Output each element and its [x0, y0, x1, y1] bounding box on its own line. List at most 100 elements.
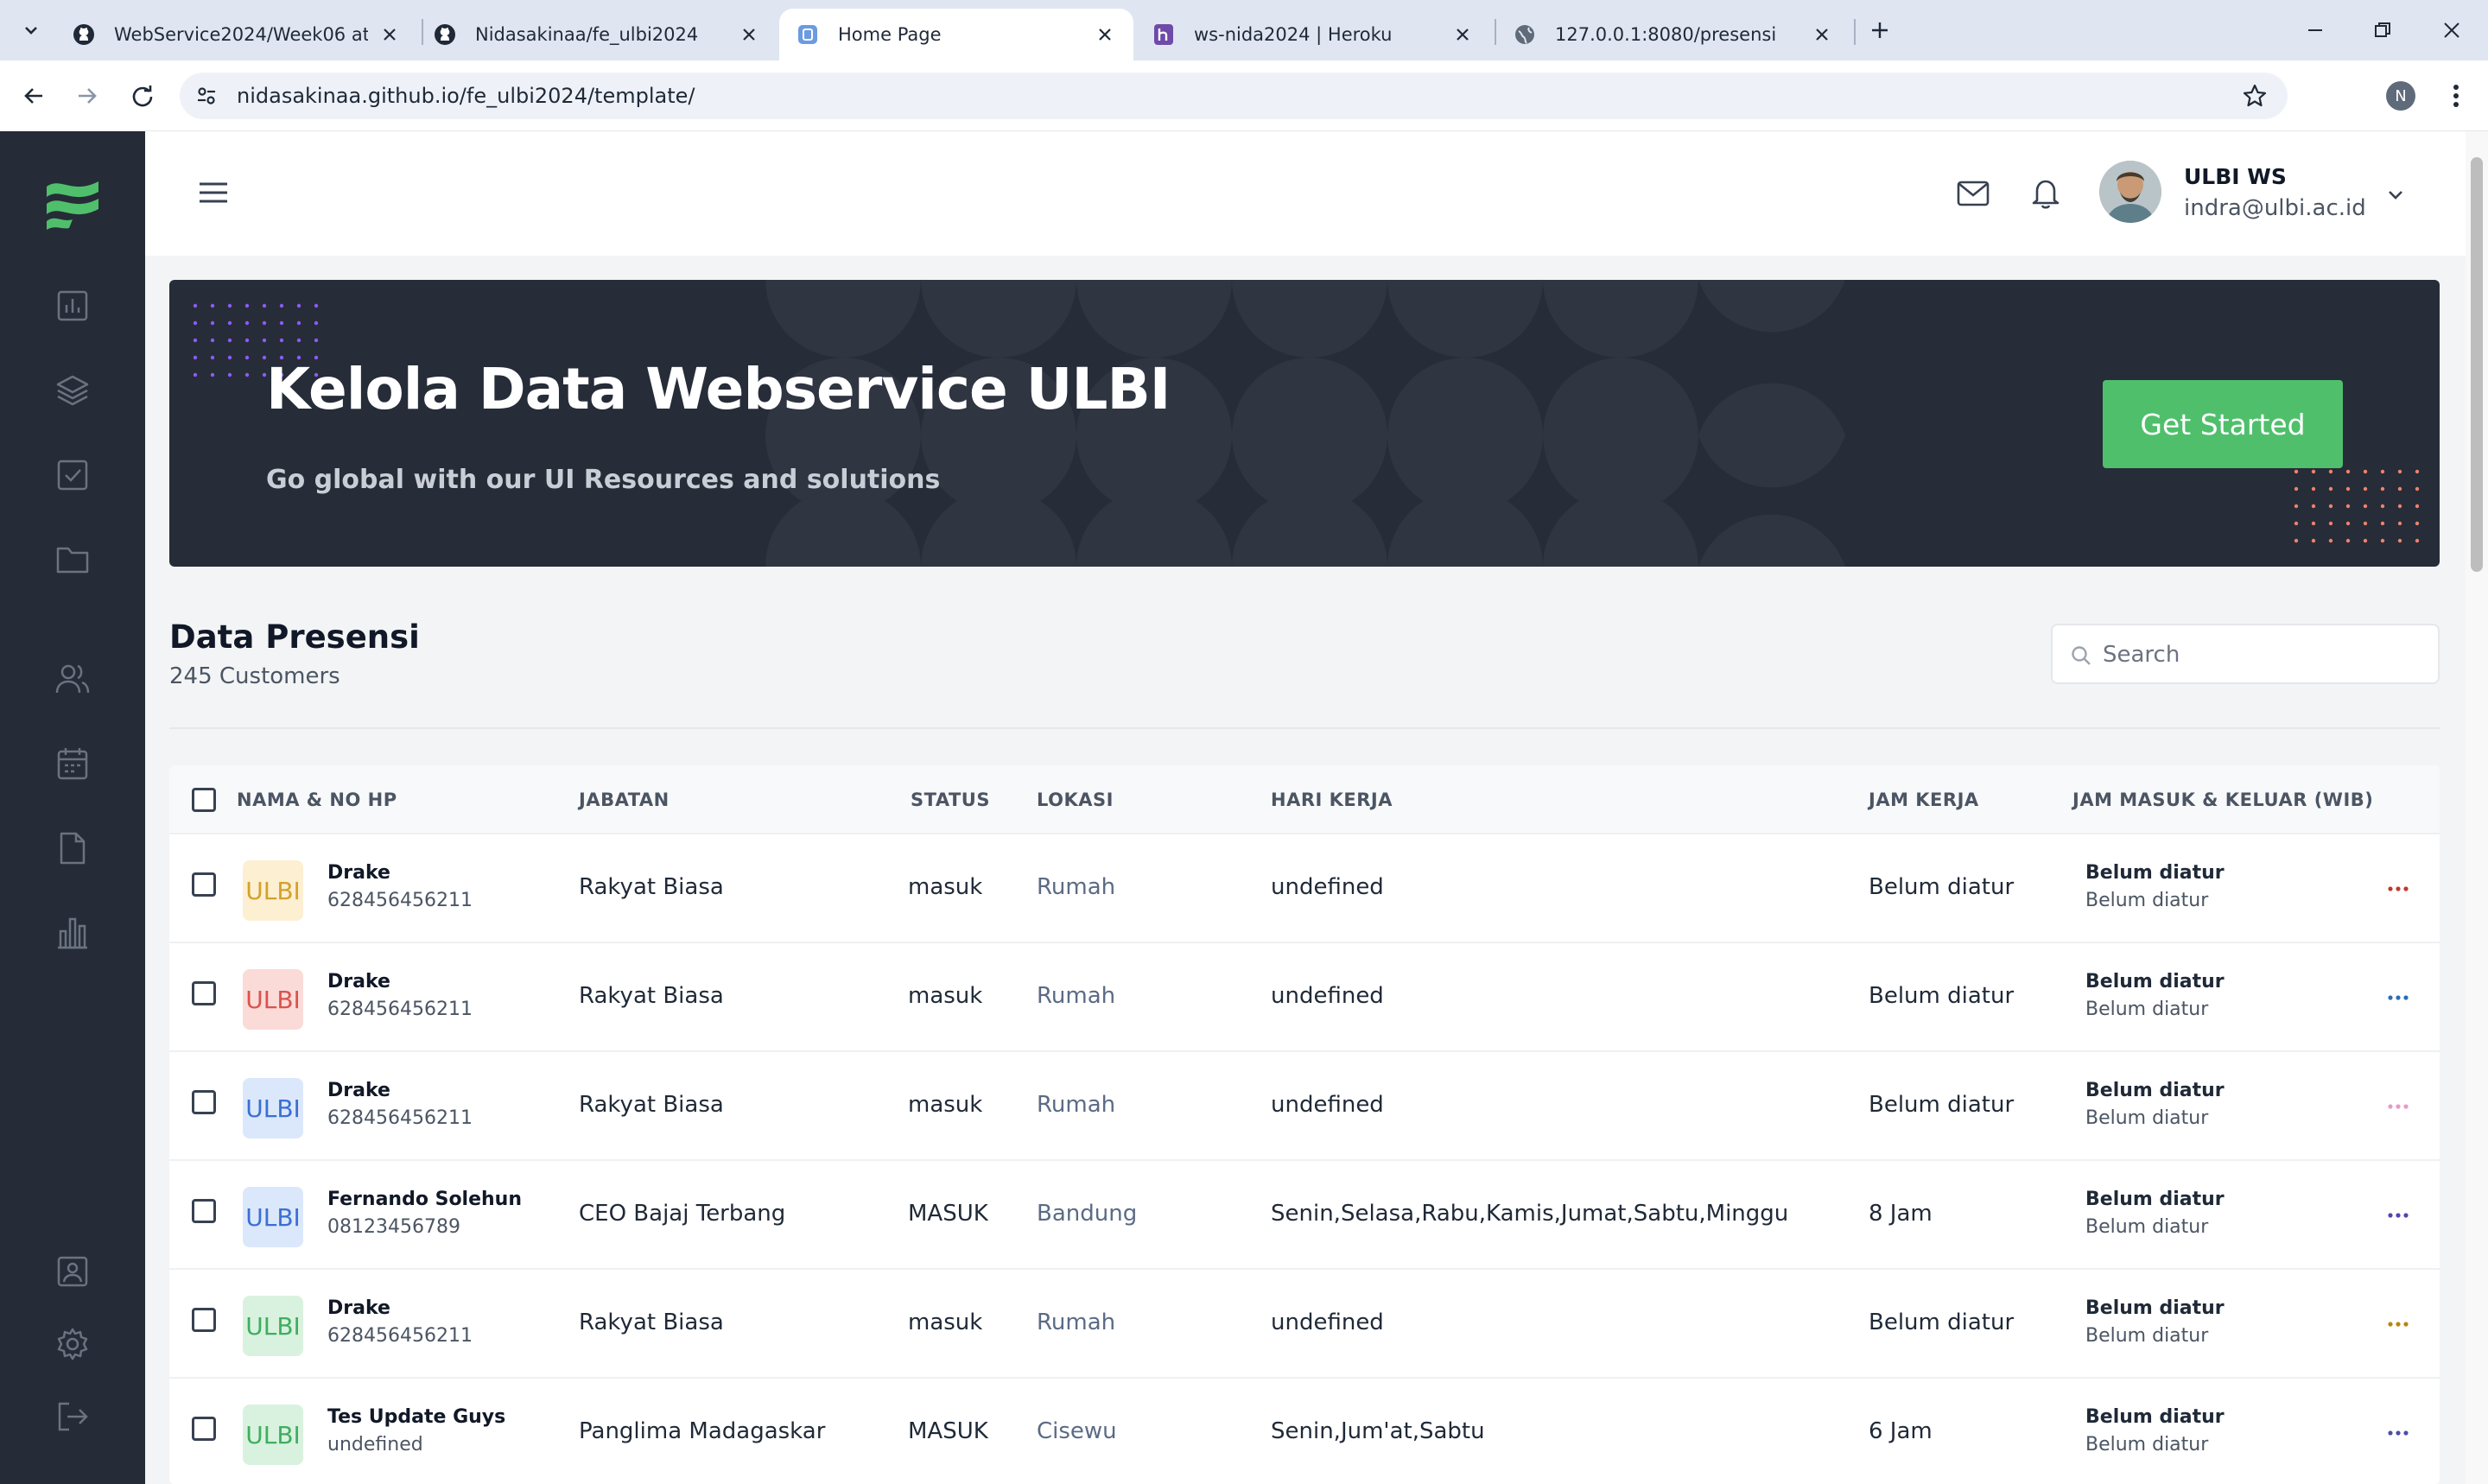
menu-toggle-button[interactable]: [194, 173, 233, 212]
arrow-left-icon: [24, 88, 42, 104]
table-row[interactable]: ULBI Fernando Solehun 08123456789 CEO Bajaj…: [169, 1161, 2440, 1270]
layers-icon: [56, 375, 89, 406]
sidebar-item-settings[interactable]: [52, 1323, 93, 1365]
row-jam-masuk: Belum diatur: [2085, 1406, 2225, 1428]
table-row[interactable]: ULBI Drake 628456456211 Rakyat Biasa masuk Ru…: [169, 834, 2440, 943]
table-row[interactable]: ULBI Drake 628456456211 Rakyat Biasa masuk Ru…: [169, 1052, 2440, 1161]
tab-search-dropdown[interactable]: [16, 15, 47, 46]
row-jam-keluar: Belum diatur: [2085, 1434, 2209, 1455]
row-name: Drake: [327, 1080, 390, 1101]
column-header-name[interactable]: NAMA & NO HP: [237, 790, 397, 810]
user-email: indra@ulbi.ac.id: [2184, 195, 2366, 221]
url-text: nidasakinaa.github.io/fe_ulbi2024/templa…: [237, 84, 695, 108]
row-phone: 628456456211: [327, 999, 473, 1020]
browser-profile-avatar[interactable]: N: [2386, 81, 2415, 111]
github-icon: [434, 23, 456, 46]
reload-button[interactable]: [124, 78, 161, 114]
close-icon[interactable]: [1811, 23, 1833, 46]
column-header-status[interactable]: STATUS: [911, 790, 990, 810]
column-header-jabatan[interactable]: JABATAN: [579, 790, 670, 810]
row-checkbox[interactable]: [192, 1199, 216, 1223]
logo-icon[interactable]: [43, 176, 102, 231]
restore-button[interactable]: [2357, 10, 2409, 50]
sidebar-item-layers[interactable]: [52, 370, 93, 411]
close-icon[interactable]: [1094, 23, 1116, 46]
more-horizontal-icon: [2388, 1430, 2409, 1436]
browser-menu-button[interactable]: [2441, 79, 2471, 112]
sidebar-item-reports[interactable]: [52, 912, 93, 954]
browser-tab-0[interactable]: WebService2024/Week06 at ma: [55, 9, 418, 60]
back-button[interactable]: [16, 78, 52, 114]
row-lokasi: Cisewu: [1037, 1418, 1117, 1444]
row-checkbox[interactable]: [192, 981, 216, 1005]
minimize-button[interactable]: [2289, 10, 2341, 50]
browser-tab-3[interactable]: ws-nida2024 | Heroku: [1135, 9, 1491, 60]
column-header-jam-masuk-keluar[interactable]: JAM MASUK & KELUAR (WIB): [2072, 790, 2373, 810]
notifications-button[interactable]: [2027, 174, 2065, 212]
folder-icon: [56, 547, 89, 574]
row-name: Drake: [327, 1297, 390, 1319]
row-jam-keluar: Belum diatur: [2085, 999, 2209, 1020]
row-checkbox[interactable]: [192, 1417, 216, 1441]
page-scrollbar[interactable]: [2466, 131, 2488, 1484]
row-actions-button[interactable]: [2381, 1310, 2415, 1339]
users-icon: [55, 664, 90, 694]
row-lokasi: Rumah: [1037, 1092, 1116, 1118]
row-badge: ULBI: [243, 1078, 303, 1138]
row-badge: ULBI: [243, 1405, 303, 1465]
column-header-jam-kerja[interactable]: JAM KERJA: [1869, 790, 1979, 810]
forward-button[interactable]: [69, 78, 105, 114]
sidebar-item-users[interactable]: [52, 658, 93, 700]
sidebar-item-dashboard[interactable]: [52, 285, 93, 327]
sidebar-item-files[interactable]: [52, 539, 93, 580]
sidebar: [0, 131, 145, 1484]
row-actions-button[interactable]: [2381, 1092, 2415, 1121]
sidebar-item-tasks[interactable]: [52, 454, 93, 496]
checkbox-icon: [57, 460, 88, 491]
user-menu-dropdown[interactable]: [2381, 180, 2410, 209]
sidebar-item-documents[interactable]: [52, 828, 93, 869]
more-horizontal-icon: [2388, 1104, 2409, 1109]
select-all-checkbox[interactable]: [192, 788, 216, 812]
row-actions-button[interactable]: [2381, 1201, 2415, 1230]
window-close-button[interactable]: [2426, 10, 2478, 50]
search-icon: [2072, 646, 2091, 665]
table-row[interactable]: ULBI Drake 628456456211 Rakyat Biasa masuk Ru…: [169, 1270, 2440, 1379]
row-jabatan: Rakyat Biasa: [579, 1310, 724, 1335]
browser-tab-bar: WebService2024/Week06 at ma Nidasakinaa/…: [0, 0, 2488, 60]
column-header-hari-kerja[interactable]: HARI KERJA: [1271, 790, 1393, 810]
bookmark-star-icon[interactable]: [2241, 82, 2269, 110]
sidebar-item-logout[interactable]: [52, 1396, 93, 1437]
bell-icon: [2032, 180, 2060, 209]
row-actions-button[interactable]: [2381, 874, 2415, 904]
row-actions-button[interactable]: [2381, 1418, 2415, 1448]
browser-tab-4[interactable]: 127.0.0.1:8080/presensi: [1496, 9, 1850, 60]
column-header-lokasi[interactable]: LOKASI: [1037, 790, 1114, 810]
scrollbar-thumb[interactable]: [2471, 157, 2483, 572]
get-started-button[interactable]: Get Started: [2103, 380, 2343, 468]
row-hari-kerja: Senin,Jum'at,Sabtu: [1271, 1418, 1485, 1444]
search-input[interactable]: [2103, 636, 2422, 674]
globe-icon: [1514, 23, 1536, 46]
site-settings-icon[interactable]: [194, 83, 219, 109]
row-jam-kerja: Belum diatur: [1869, 1310, 2015, 1335]
row-checkbox[interactable]: [192, 1090, 216, 1114]
close-icon[interactable]: [378, 23, 401, 46]
avatar[interactable]: [2099, 161, 2161, 223]
close-icon[interactable]: [1451, 23, 1474, 46]
browser-tab-1[interactable]: Nidasakinaa/fe_ulbi2024: [416, 9, 778, 60]
row-checkbox[interactable]: [192, 872, 216, 897]
sidebar-item-profile[interactable]: [52, 1251, 93, 1292]
messages-button[interactable]: [1954, 174, 1992, 212]
row-checkbox[interactable]: [192, 1308, 216, 1332]
sidebar-item-calendar[interactable]: [52, 743, 93, 784]
table-row[interactable]: ULBI Tes Update Guys undefined Panglima Mad…: [169, 1379, 2440, 1484]
table-row[interactable]: ULBI Drake 628456456211 Rakyat Biasa masuk Ru…: [169, 943, 2440, 1052]
close-icon[interactable]: [738, 23, 760, 46]
row-jam-kerja: 6 Jam: [1869, 1418, 1933, 1444]
row-actions-button[interactable]: [2381, 983, 2415, 1012]
browser-tab-2[interactable]: Home Page: [779, 9, 1133, 60]
close-icon: [2444, 22, 2459, 38]
new-tab-button[interactable]: [1864, 15, 1895, 46]
address-bar[interactable]: nidasakinaa.github.io/fe_ulbi2024/templa…: [180, 73, 2288, 119]
